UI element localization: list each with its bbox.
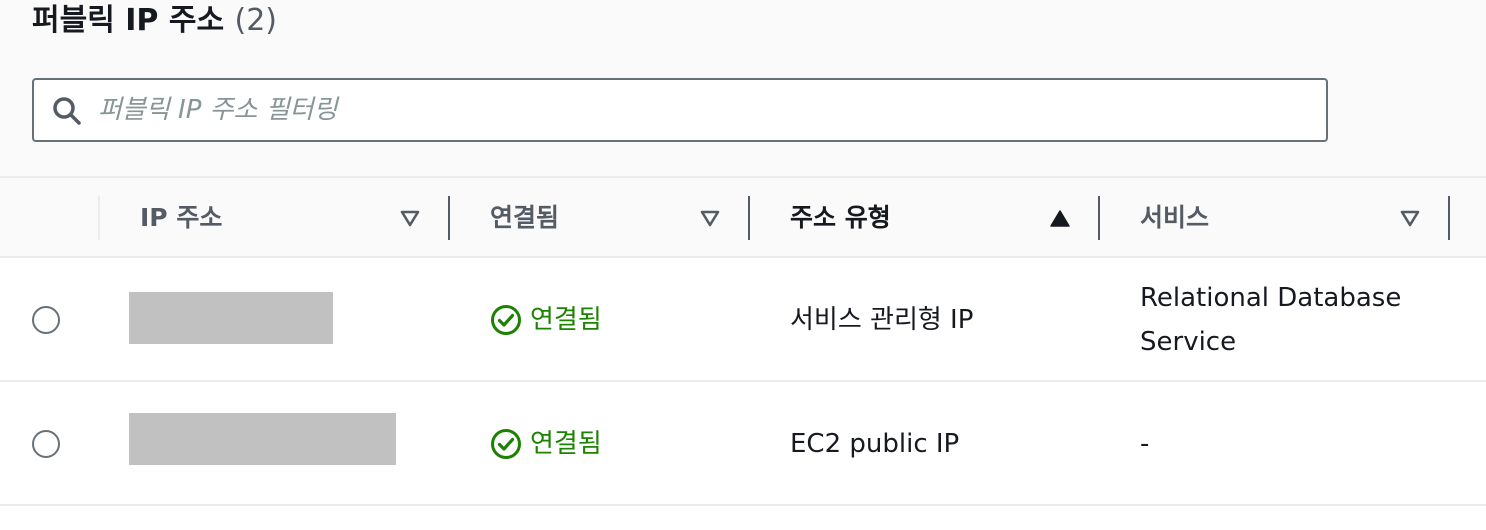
column-divider <box>98 196 100 240</box>
table-row[interactable]: 연결됨 EC2 public IP - <box>0 382 1486 506</box>
ip-address-redacted <box>129 292 333 344</box>
status-text: 연결됨 <box>530 429 602 459</box>
address-type-cell: 서비스 관리형 IP <box>790 305 974 335</box>
column-resize-handle[interactable] <box>1448 196 1450 240</box>
status-check-circle-icon <box>491 305 521 335</box>
status-check-circle-icon <box>491 429 521 459</box>
column-resize-handle[interactable] <box>748 196 750 240</box>
column-resize-handle[interactable] <box>448 196 450 240</box>
column-label: IP 주소 <box>140 203 223 232</box>
header-area: 퍼블릭 IP 주소 (2) <box>0 0 1486 176</box>
search-icon <box>53 97 81 125</box>
caret-down-outline-icon[interactable] <box>699 207 721 229</box>
search-input[interactable] <box>98 88 1308 132</box>
column-label: 서비스 <box>1140 203 1210 232</box>
column-resize-handle[interactable] <box>1098 196 1100 240</box>
service-cell: - <box>1140 429 1150 459</box>
caret-down-outline-icon[interactable] <box>399 207 421 229</box>
caret-up-filled-icon[interactable] <box>1049 207 1071 229</box>
column-label: 연결됨 <box>490 203 560 232</box>
row-select-radio[interactable] <box>32 430 60 458</box>
table-header: IP 주소 연결됨 주소 유형 서비스 <box>0 176 1486 258</box>
page-title: 퍼블릭 IP 주소 (2) <box>32 0 277 42</box>
address-type-cell: EC2 public IP <box>790 429 960 459</box>
column-header-address-type[interactable]: 주소 유형 <box>790 178 891 258</box>
item-count: (2) <box>234 3 278 38</box>
status-text: 연결됨 <box>530 305 602 335</box>
caret-down-outline-icon[interactable] <box>1399 207 1421 229</box>
filter-search-box[interactable] <box>32 78 1328 142</box>
row-select-radio[interactable] <box>32 306 60 334</box>
title-text: 퍼블릭 IP 주소 <box>32 3 225 38</box>
ip-address-redacted <box>129 413 396 465</box>
service-cell: Relational Database Service <box>1140 283 1402 357</box>
column-header-service[interactable]: 서비스 <box>1140 178 1209 258</box>
table-row[interactable]: 연결됨 서비스 관리형 IP Relational Database Servi… <box>0 258 1486 382</box>
column-header-connected[interactable]: 연결됨 <box>490 178 559 258</box>
column-header-ip-address[interactable]: IP 주소 <box>140 178 222 258</box>
column-label: 주소 유형 <box>790 203 891 232</box>
